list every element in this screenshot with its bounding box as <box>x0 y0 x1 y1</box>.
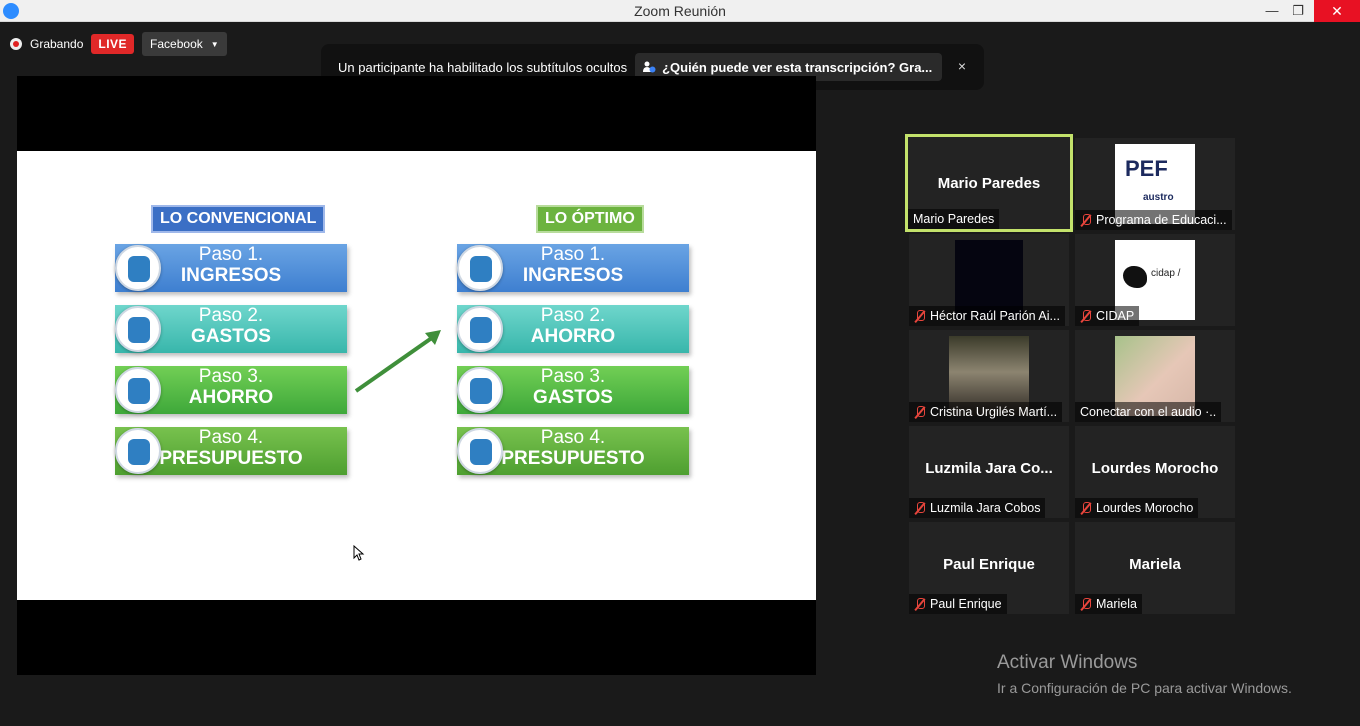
muted-mic-icon <box>1080 501 1092 515</box>
participant-label: Luzmila Jara Cobos <box>909 498 1046 518</box>
participant-tile-mariela[interactable]: Mariela Mariela <box>1075 522 1235 614</box>
participant-label: CIDAP <box>1075 306 1140 326</box>
pef-logo-text: PEF <box>1125 156 1168 181</box>
participant-label-text: Lourdes Morocho <box>1096 501 1194 515</box>
money-bag-icon <box>115 245 161 291</box>
participant-label-text: Cristina Urgilés Martí... <box>930 405 1058 419</box>
participant-name: Mario Paredes <box>937 175 1041 192</box>
participant-label-text: CIDAP <box>1096 309 1135 323</box>
activation-title: Activar Windows <box>997 652 1138 673</box>
participant-label-text: Mario Paredes <box>913 212 995 226</box>
live-platform-label: Facebook <box>150 37 203 51</box>
cidap-logo-shape <box>1123 266 1147 288</box>
muted-mic-icon <box>1080 213 1092 227</box>
live-platform-dropdown[interactable]: Facebook ▼ <box>142 32 227 56</box>
participant-tile-cristina-urgiles[interactable]: Cristina Urgilés Martí... <box>909 330 1069 422</box>
participant-label-text: Mariela <box>1096 597 1137 611</box>
register-icon <box>115 306 161 352</box>
cidap-logo-text: cidap / <box>1151 268 1181 279</box>
participant-name: Lourdes Morocho <box>1091 460 1219 477</box>
calculator-icon <box>457 428 503 474</box>
money-bag-icon <box>457 245 503 291</box>
muted-mic-icon <box>1080 309 1092 323</box>
window-title: Zoom Reunión <box>634 3 726 19</box>
muted-mic-icon <box>914 405 926 419</box>
participant-tile-luzmila-jara[interactable]: Luzmila Jara Co... Luzmila Jara Cobos <box>909 426 1069 518</box>
recording-status: Grabando <box>30 37 84 51</box>
participant-name: Luzmila Jara Co... <box>925 460 1053 477</box>
restore-button[interactable]: ❐ <box>1284 0 1312 22</box>
windows-activation-watermark: Activar Windows Ir a Configuración de PC… <box>997 652 1292 696</box>
shared-screen: LO CONVENCIONAL LO ÓPTIMO Paso 1. INGRESO… <box>17 76 816 675</box>
transcript-visibility-label: ¿Quién puede ver esta transcripción? Gra… <box>662 59 933 75</box>
live-badge[interactable]: LIVE <box>91 34 135 54</box>
conventional-header: LO CONVENCIONAL <box>151 205 326 233</box>
participant-tile-programa-educacion[interactable]: PEF austro Programa de Educaci... <box>1075 138 1235 230</box>
close-banner-icon[interactable]: × <box>958 58 966 74</box>
participant-label-text: Luzmila Jara Cobos <box>930 501 1041 515</box>
muted-mic-icon <box>914 597 926 611</box>
recording-bar: Grabando LIVE Facebook ▼ <box>10 32 227 56</box>
participant-label-text: Paul Enrique <box>930 597 1002 611</box>
muted-mic-icon <box>914 309 926 323</box>
muted-mic-icon <box>914 501 926 515</box>
participant-tile-cidap[interactable]: cidap / CIDAP <box>1075 234 1235 326</box>
participant-label: Paul Enrique <box>909 594 1007 614</box>
participant-tile-hector-parion[interactable]: Héctor Raúl Parión Ai... <box>909 234 1069 326</box>
austro-logo-text: austro <box>1143 192 1174 203</box>
participant-name: Mariela <box>1129 556 1181 573</box>
chevron-down-icon: ▼ <box>210 39 219 49</box>
participant-tile-mario-paredes[interactable]: Mario Paredes Mario Paredes <box>905 134 1073 232</box>
close-window-button[interactable]: ✕ <box>1314 0 1360 22</box>
participant-tile-connect-audio[interactable]: Conectar con el audio ·.. <box>1075 330 1235 422</box>
participant-label: Cristina Urgilés Martí... <box>909 402 1063 422</box>
participant-label: Mario Paredes <box>908 209 1000 229</box>
participant-label: Lourdes Morocho <box>1075 498 1199 518</box>
captions-message: Un participante ha habilitado los subtít… <box>338 59 628 75</box>
mouse-cursor-icon <box>353 545 365 561</box>
participant-label: Mariela <box>1075 594 1142 614</box>
calculator-icon <box>115 428 161 474</box>
title-bar: Zoom Reunión — ❐ ✕ <box>0 0 1360 22</box>
participant-name: Paul Enrique <box>943 556 1035 573</box>
participant-label: Conectar con el audio ·.. <box>1075 402 1222 422</box>
optimal-header: LO ÓPTIMO <box>536 205 644 233</box>
piggy-bank-icon <box>457 306 503 352</box>
arrow-icon <box>354 330 441 393</box>
participant-label-text: Programa de Educaci... <box>1096 213 1227 227</box>
participant-tile-lourdes-morocho[interactable]: Lourdes Morocho Lourdes Morocho <box>1075 426 1235 518</box>
participant-label: Héctor Raúl Parión Ai... <box>909 306 1065 326</box>
minimize-button[interactable]: — <box>1258 0 1286 22</box>
people-icon <box>643 61 656 73</box>
activation-subtitle: Ir a Configuración de PC para activar Wi… <box>997 680 1292 696</box>
piggy-bank-icon <box>115 367 161 413</box>
register-icon <box>457 367 503 413</box>
participant-tile-paul-enrique[interactable]: Paul Enrique Paul Enrique <box>909 522 1069 614</box>
record-icon <box>10 38 22 50</box>
participant-label: Programa de Educaci... <box>1075 210 1232 230</box>
participant-label-text: Conectar con el audio ·.. <box>1080 405 1217 419</box>
muted-mic-icon <box>1080 597 1092 611</box>
participant-label-text: Héctor Raúl Parión Ai... <box>930 309 1060 323</box>
presentation-slide: LO CONVENCIONAL LO ÓPTIMO Paso 1. INGRESO… <box>17 151 816 600</box>
